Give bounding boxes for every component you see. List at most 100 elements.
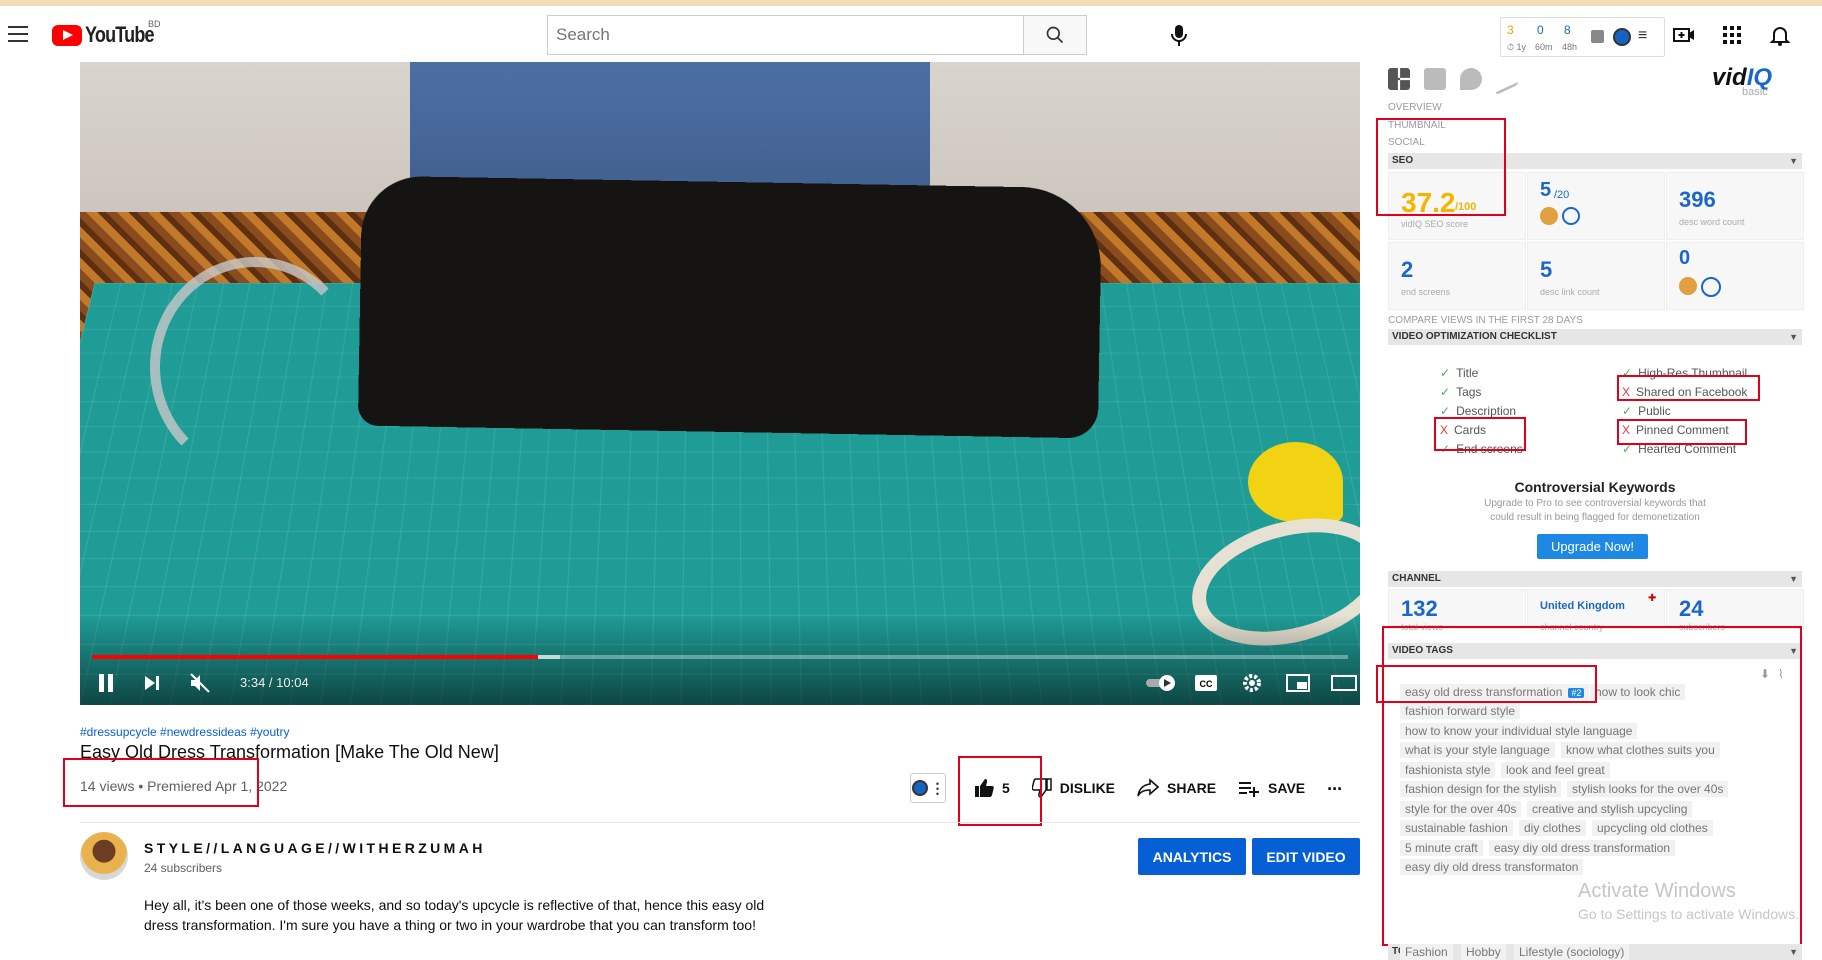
checklist-item: ✓ Description — [1440, 404, 1516, 418]
desc-word-cell: 396 desc word count — [1666, 172, 1804, 240]
share-button[interactable]: SHARE — [1137, 778, 1216, 798]
end-screens-label: end screens — [1401, 287, 1451, 297]
logo-text: YouTube — [85, 22, 155, 47]
video-frame-scissors — [150, 257, 360, 477]
checklist-label: Description — [1456, 404, 1517, 418]
next-icon — [145, 676, 159, 690]
channel-subscribers: 24 — [1679, 596, 1704, 621]
list-icon: ≡ — [1638, 27, 1648, 44]
next-button[interactable] — [138, 669, 166, 697]
more-actions-button[interactable]: ... — [1327, 774, 1342, 795]
masthead: YouTube BD 3 ⏱ 1y 0 60m 8 48h ≡ — [0, 6, 1822, 62]
highlight-box-cards — [1434, 417, 1526, 451]
player-controls: 3:34 / 10:04 CC — [80, 661, 1360, 705]
notifications-bell-icon[interactable] — [1768, 23, 1792, 47]
cards-cell: 0 — [1666, 242, 1804, 310]
checklist-item: ✓ Title — [1440, 366, 1478, 380]
seo-score-label: vidIQ SEO score — [1401, 219, 1469, 229]
dislike-label: DISLIKE — [1059, 780, 1116, 796]
desc-word-label: desc word count — [1679, 217, 1745, 227]
search-icon — [1046, 26, 1064, 44]
checklist-label: Title — [1456, 366, 1479, 380]
section-overview[interactable]: OVERVIEW — [1388, 100, 1802, 116]
stats-tab-icon[interactable] — [1424, 68, 1446, 90]
highlight-box-seo — [1376, 118, 1506, 216]
collapse-icon: ▼ — [1789, 574, 1798, 584]
section-checklist[interactable]: VIDEO OPTIMIZATION CHECKLIST ▼ — [1388, 329, 1802, 345]
vidiq-header-stats[interactable]: 3 ⏱ 1y 0 60m 8 48h ≡ — [1500, 17, 1665, 57]
save-label: SAVE — [1268, 780, 1306, 796]
analytics-button[interactable]: ANALYTICS — [1138, 838, 1246, 875]
progress-fill — [92, 655, 538, 659]
compare-icon — [1701, 277, 1721, 297]
vidiq-icon — [911, 780, 928, 796]
video-frame-chalk — [1248, 442, 1343, 522]
desc-link-count: 5 — [1540, 257, 1553, 282]
video-description: Hey all, it's been one of those weeks, a… — [144, 897, 765, 933]
collapse-icon: ▼ — [1789, 332, 1798, 342]
highlight-box-views — [63, 758, 259, 807]
channel-name[interactable]: STYLE//LANGUAGE//WITHERZUMAH — [144, 840, 486, 856]
miniplayer-icon — [1286, 674, 1310, 692]
stat-60m-value: 0 — [1537, 23, 1544, 37]
settings-button[interactable] — [1238, 669, 1266, 697]
apps-grid-icon[interactable] — [1720, 23, 1744, 47]
search-input[interactable] — [548, 16, 1023, 54]
topic-tag[interactable]: Fashion — [1400, 944, 1453, 960]
pause-button[interactable] — [92, 669, 120, 697]
topic-tag[interactable]: Lifestyle (sociology) — [1514, 944, 1630, 960]
tags-max: /20 — [1554, 189, 1570, 201]
microphone-icon[interactable] — [1167, 22, 1191, 48]
upgrade-button[interactable]: Upgrade Now! — [1537, 534, 1648, 559]
check-icon: ✓ — [1622, 404, 1633, 418]
desc-link-label: desc link count — [1540, 287, 1600, 297]
desc-link-cell: 5 desc link count — [1527, 242, 1665, 310]
tags-count: 5 — [1540, 179, 1552, 201]
playlist-add-icon — [1239, 782, 1260, 797]
trend-tab-icon[interactable] — [1496, 62, 1518, 96]
autoplay-icon — [1146, 675, 1175, 691]
youtube-logo[interactable]: YouTube BD — [52, 19, 169, 47]
controversial-title: Controversial Keywords — [1514, 479, 1676, 495]
video-player[interactable]: 3:34 / 10:04 CC — [80, 62, 1360, 705]
search-button[interactable] — [1023, 16, 1086, 54]
highlight-box-likes — [958, 756, 1042, 826]
stat-48h-label: 48h — [1562, 42, 1578, 52]
vidiq-icon — [1613, 28, 1631, 46]
vidiq-action-button[interactable]: ⋮ — [910, 773, 946, 803]
compare-icon — [1562, 207, 1580, 225]
captions-icon: CC — [1195, 675, 1217, 691]
progress-bar[interactable] — [92, 655, 1348, 659]
captions-button[interactable]: CC — [1192, 669, 1220, 697]
miniplayer-button[interactable] — [1284, 669, 1312, 697]
twitter-tab-icon[interactable] — [1460, 68, 1482, 90]
windows-watermark-title: Activate Windows — [1578, 880, 1736, 902]
channel-avatar[interactable] — [80, 832, 128, 880]
more-actions-icon: ... — [1327, 773, 1343, 794]
topic-tag[interactable]: Hobby — [1461, 944, 1506, 960]
search-box — [547, 15, 1087, 55]
theater-mode-button[interactable] — [1330, 669, 1358, 697]
menu-icon[interactable] — [8, 26, 28, 42]
tags-count-cell: 5 /20 — [1527, 172, 1665, 240]
section-compare[interactable]: COMPARE VIEWS IN THE FIRST 28 DAYS — [1388, 313, 1802, 329]
subscriber-count: 24 subscribers — [144, 861, 223, 875]
checklist-item: ✓ Tags — [1440, 385, 1481, 399]
muted-volume-icon — [190, 673, 210, 693]
dislike-button[interactable]: DISLIKE — [1031, 778, 1116, 798]
hashtags[interactable]: #dressupcycle #newdressideas #youtry — [80, 725, 289, 739]
autoplay-toggle[interactable] — [1144, 669, 1178, 697]
section-checklist-label: VIDEO OPTIMIZATION CHECKLIST — [1392, 331, 1557, 342]
total-views: 132 — [1401, 596, 1438, 621]
svg-text:CC: CC — [1200, 679, 1213, 689]
save-button[interactable]: SAVE — [1238, 778, 1305, 798]
grid-tab-icon[interactable] — [1388, 68, 1410, 90]
section-channel-label: CHANNEL — [1392, 573, 1441, 584]
create-video-icon[interactable] — [1672, 23, 1696, 47]
kebab-icon: ⋮ — [930, 779, 945, 796]
end-screens-count: 2 — [1401, 257, 1414, 282]
mute-button[interactable] — [186, 669, 214, 697]
section-channel[interactable]: CHANNEL ▼ — [1388, 571, 1802, 587]
collapse-icon: ▼ — [1789, 156, 1798, 166]
edit-video-button[interactable]: EDIT VIDEO — [1252, 838, 1360, 875]
